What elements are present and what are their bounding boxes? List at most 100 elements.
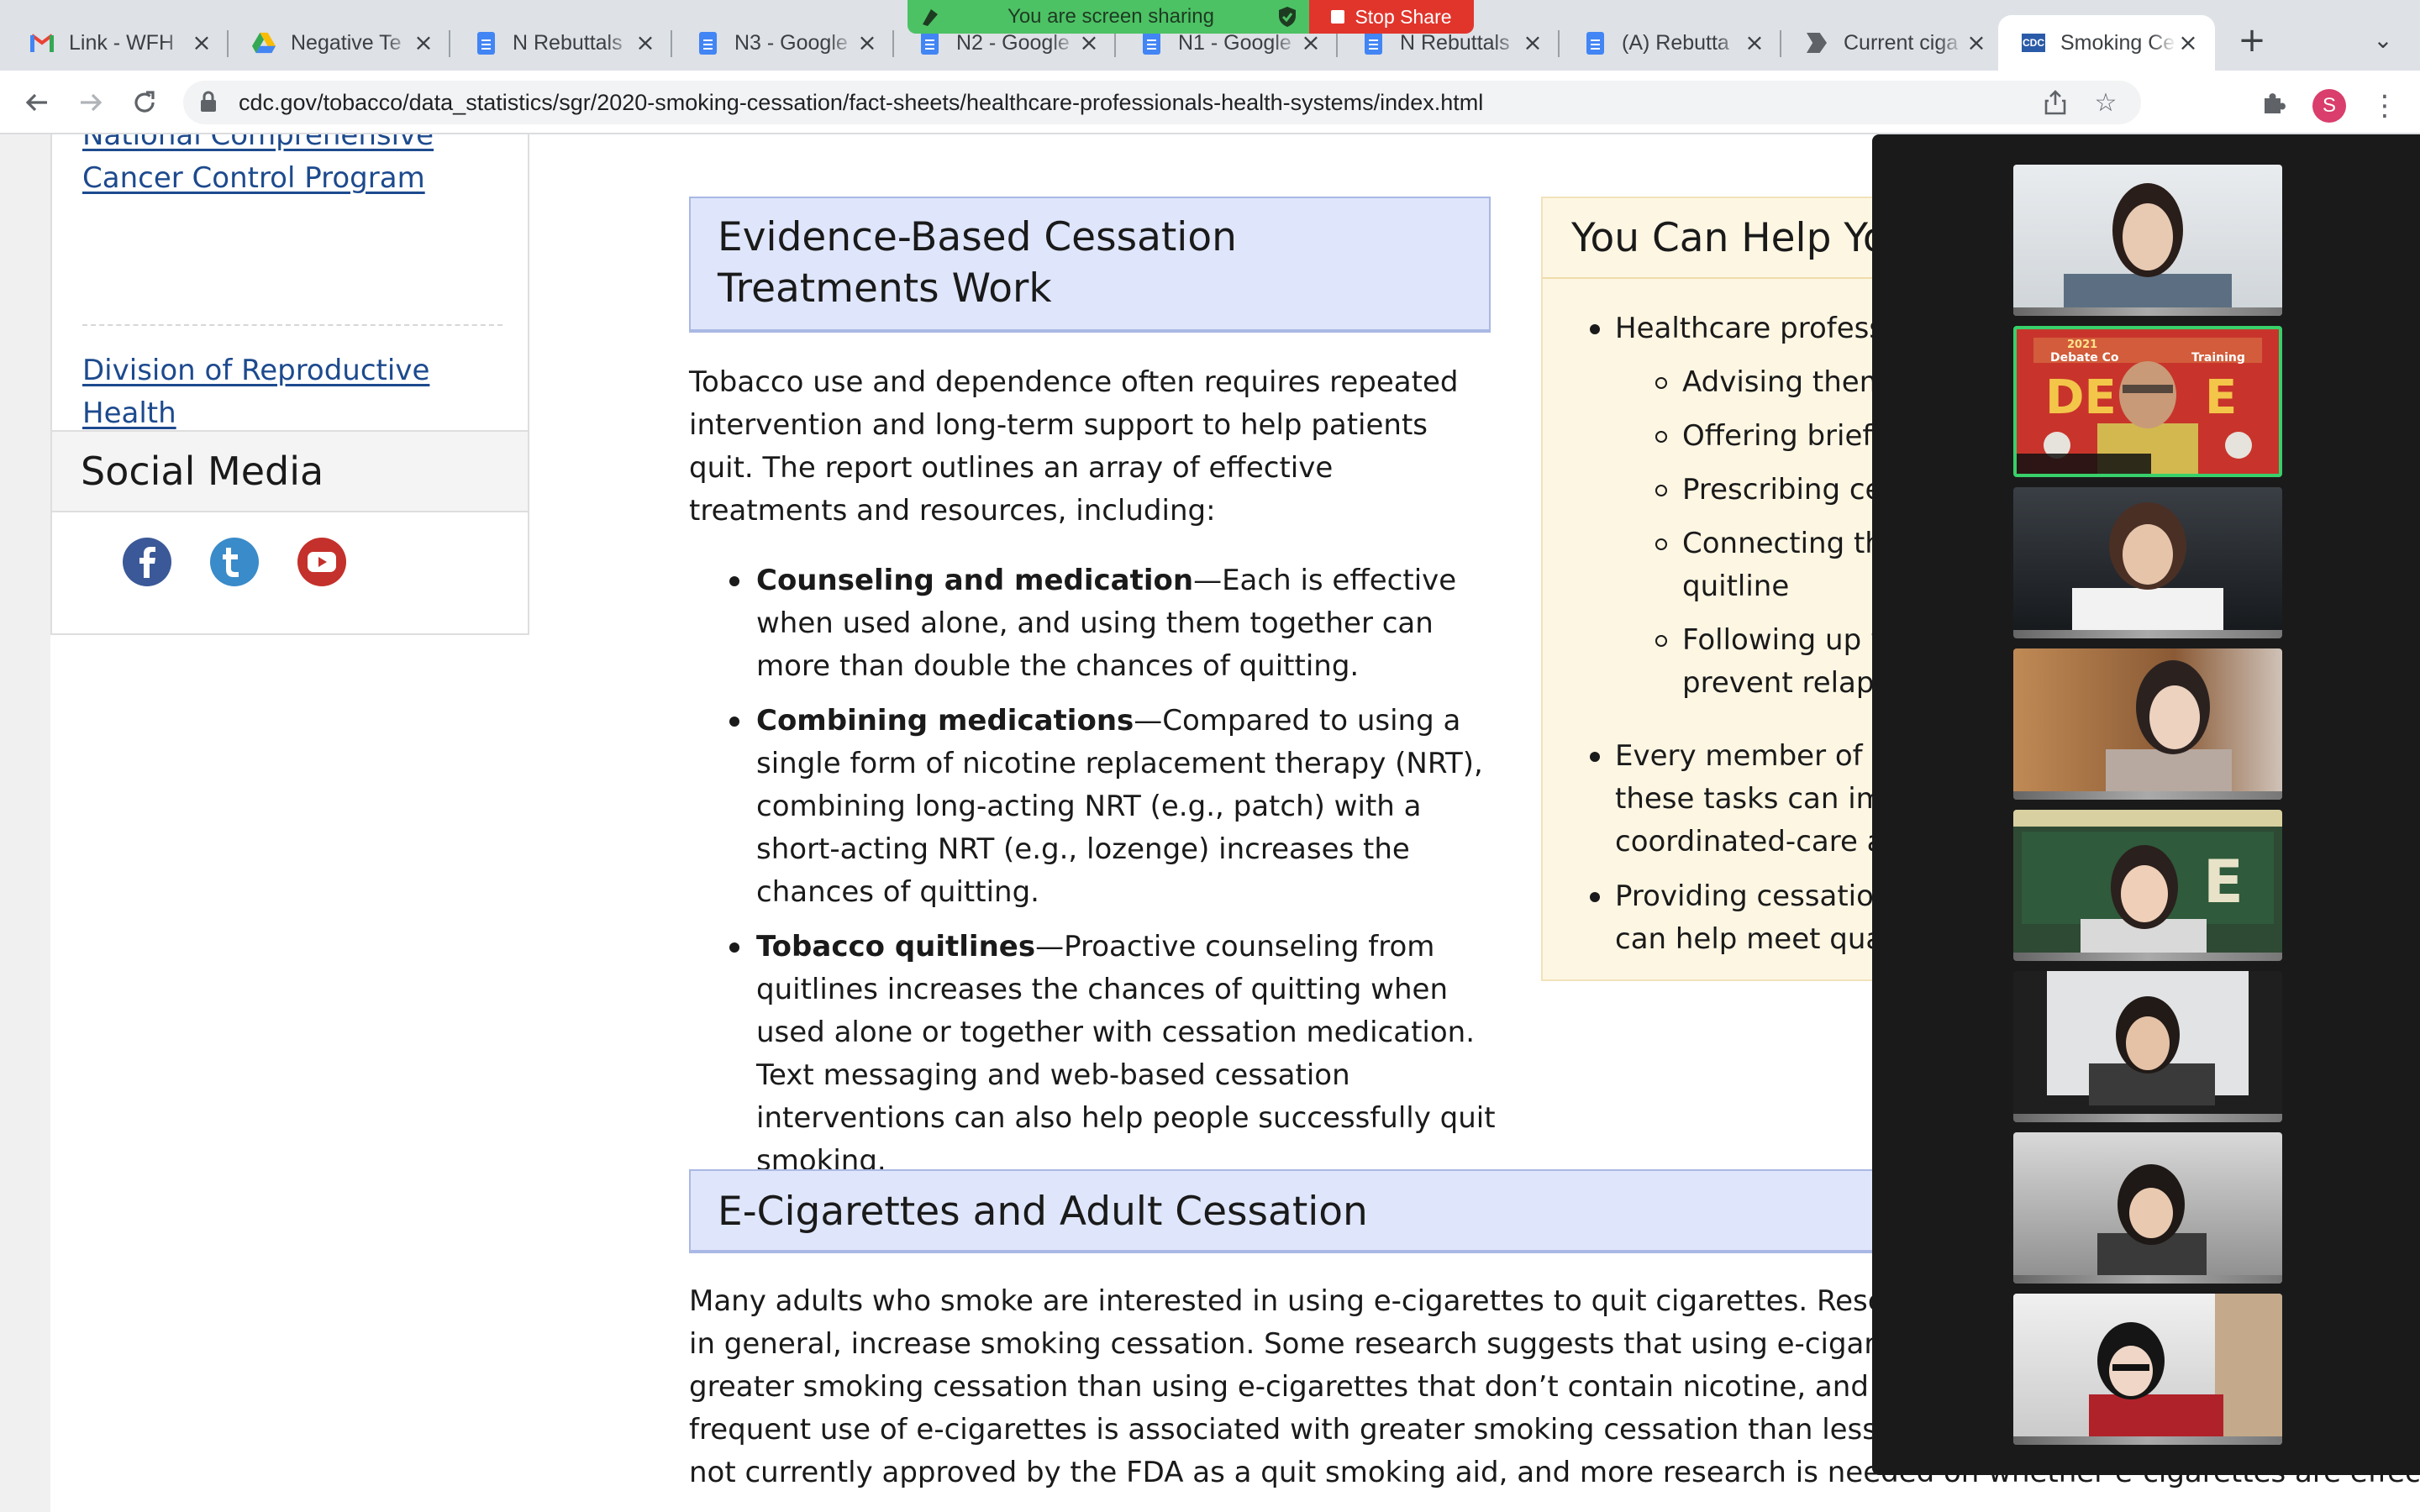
close-tab-icon[interactable]: ×: [1521, 31, 1544, 55]
close-tab-icon[interactable]: ×: [855, 31, 879, 55]
url-host: cdc.gov: [239, 89, 318, 115]
treatments-list: Counseling and medication—Each is effect…: [689, 559, 1496, 1194]
svg-text:Debate Co: Debate Co: [2050, 351, 2119, 365]
stop-share-label: Stop Share: [1355, 5, 1452, 28]
evidence-section-heading: Evidence-Based Cessation Treatments Work: [689, 197, 1491, 333]
social-media-heading: Social Media: [52, 432, 528, 512]
tab-gmail[interactable]: Link - WFH ×: [7, 15, 229, 71]
participant-video-tile[interactable]: E: [2013, 810, 2282, 961]
screen-share-banner: You are screen sharing Stop Share: [908, 0, 1474, 34]
participant-silhouette: [2064, 183, 2232, 316]
participant-silhouette: E: [2013, 810, 2282, 961]
participant-video-tile[interactable]: [2013, 1132, 2282, 1284]
tab-title: Link - WFH: [69, 30, 174, 55]
item-term: Counseling and medication: [756, 564, 1194, 597]
close-tab-icon[interactable]: ×: [1077, 31, 1101, 55]
tab-title: Negative Te: [291, 30, 402, 55]
back-arrow-icon[interactable]: [17, 82, 57, 123]
new-tab-button[interactable]: +: [2235, 24, 2269, 57]
drag-handle-icon[interactable]: [919, 6, 944, 28]
youtube-icon[interactable]: [297, 538, 346, 586]
share-status-bar[interactable]: You are screen sharing: [908, 0, 1309, 34]
participant-video-tile[interactable]: [2013, 648, 2282, 800]
extensions-puzzle-icon[interactable]: [2254, 82, 2294, 123]
close-tab-icon[interactable]: ×: [412, 31, 435, 55]
item-term: Combining medications: [756, 704, 1134, 738]
tab-title: (A) Rebutta: [1622, 30, 1729, 55]
share-status-text: You are screen sharing: [1007, 5, 1214, 28]
lock-icon[interactable]: [200, 91, 220, 114]
participant-video-tile[interactable]: [2013, 1294, 2282, 1445]
url-text: cdc.gov/tobacco/data_statistics/sgr/2020…: [239, 90, 1483, 116]
tab-docs[interactable]: N Rebuttals ×: [450, 15, 672, 71]
tab-drive[interactable]: Negative Te ×: [229, 15, 450, 71]
tab-smoking-cessation[interactable]: CDC Smoking Ce ×: [1998, 15, 2215, 71]
google-docs-icon: [1361, 31, 1385, 55]
svg-text:Training: Training: [2191, 351, 2245, 365]
close-tab-icon[interactable]: ×: [1299, 31, 1323, 55]
stop-share-button[interactable]: Stop Share: [1309, 0, 1474, 34]
evidence-intro-paragraph: Tobacco use and dependence often require…: [689, 365, 1459, 528]
bookmark-star-icon[interactable]: ☆: [2091, 87, 2121, 118]
stop-icon: [1331, 10, 1345, 24]
tab-search-chevron-icon[interactable]: ⌄: [2366, 24, 2400, 57]
svg-text:DE: DE: [2045, 370, 2117, 425]
google-docs-icon: [1139, 31, 1163, 55]
tab-title: Current ciga: [1844, 30, 1959, 55]
tab-docs[interactable]: N3 - Google ×: [672, 15, 894, 71]
video-gallery-overlay[interactable]: 2021 Debate Co Training DE E E: [1872, 134, 2420, 1475]
list-item: Tobacco quitlines—Proactive counseling f…: [689, 926, 1496, 1183]
list-item: Counseling and medication—Each is effect…: [689, 559, 1496, 688]
participant-video-tile-active-speaker[interactable]: 2021 Debate Co Training DE E: [2013, 326, 2282, 477]
google-docs-icon: [474, 31, 497, 55]
participant-video-tile[interactable]: [2013, 487, 2282, 638]
google-docs-icon: [918, 31, 941, 55]
cdc-icon: CDC: [2022, 31, 2045, 55]
tab-title: Smoking Ce: [2060, 30, 2175, 55]
browser-toolbar: cdc.gov/tobacco/data_statistics/sgr/2020…: [0, 71, 2420, 134]
google-drive-icon: [252, 31, 276, 55]
arrow-doc-icon: [1805, 31, 1828, 55]
close-tab-icon[interactable]: ×: [190, 31, 213, 55]
forward-arrow-icon[interactable]: [71, 82, 111, 123]
url-path: /tobacco/data_statistics/sgr/2020-smokin…: [317, 89, 1484, 115]
tab-title: N3 - Google: [734, 30, 848, 55]
close-tab-icon[interactable]: ×: [1965, 31, 1988, 55]
close-tab-icon[interactable]: ×: [634, 31, 657, 55]
participant-silhouette: [2089, 1294, 2282, 1445]
participant-silhouette: [2072, 502, 2223, 638]
tab-title: N2 - Google: [956, 30, 1070, 55]
svg-text:E: E: [2203, 848, 2244, 916]
sidebar-link-cancer-control[interactable]: National Comprehensive Cancer Control Pr…: [82, 134, 502, 200]
close-tab-icon[interactable]: ×: [1743, 31, 1766, 55]
kebab-menu-icon[interactable]: ⋮: [2368, 86, 2402, 126]
svg-text:E: E: [2205, 370, 2237, 425]
reload-icon[interactable]: [124, 82, 165, 123]
svg-text:2021: 2021: [2067, 339, 2097, 351]
twitter-icon[interactable]: [210, 538, 259, 586]
participant-silhouette: [2106, 660, 2232, 800]
tab-title: N Rebuttals: [1400, 30, 1510, 55]
sidebar-link-reproductive-health[interactable]: Division of Reproductive Health: [82, 349, 502, 435]
item-term: Tobacco quitlines: [756, 930, 1036, 963]
tab-title: N1 - Google: [1178, 30, 1292, 55]
tab-current-cigarette[interactable]: Current ciga ×: [1781, 15, 2003, 71]
address-bar[interactable]: cdc.gov/tobacco/data_statistics/sgr/2020…: [183, 81, 2141, 124]
list-item: Combining medications—Compared to using …: [689, 700, 1496, 914]
close-tab-icon[interactable]: ×: [2176, 31, 2200, 55]
shield-check-icon: [1277, 6, 1297, 28]
tab-title: N Rebuttals: [513, 30, 623, 55]
debate-banner-background: 2021 Debate Co Training DE E: [2017, 329, 2279, 474]
share-icon[interactable]: [2040, 87, 2070, 118]
participant-video-tile[interactable]: [2013, 971, 2282, 1122]
profile-avatar[interactable]: S: [2312, 89, 2346, 123]
participant-silhouette: [2047, 971, 2249, 1105]
participant-video-tile[interactable]: [2013, 165, 2282, 316]
gmail-icon: [30, 31, 54, 55]
participant-silhouette: [2097, 1164, 2207, 1284]
nav-divider: [82, 324, 502, 326]
google-docs-icon: [1583, 31, 1607, 55]
google-docs-icon: [696, 31, 719, 55]
facebook-icon[interactable]: [123, 538, 171, 586]
tab-docs[interactable]: (A) Rebutta ×: [1560, 15, 1781, 71]
